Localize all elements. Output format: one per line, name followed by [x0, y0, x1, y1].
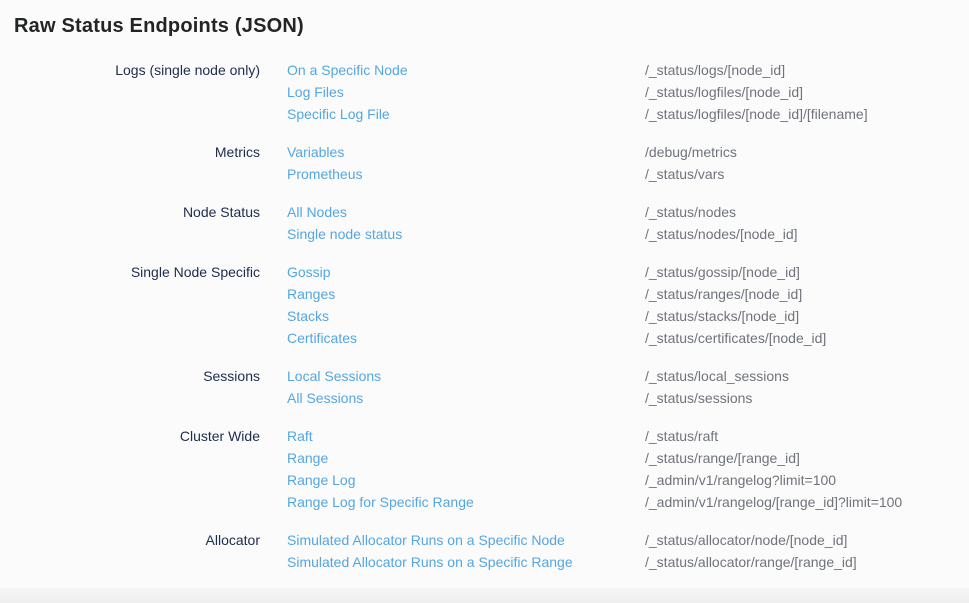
endpoint-link-list: RaftRangeRange LogRange Log for Specific…: [287, 425, 618, 513]
endpoint-path: /_status/sessions: [645, 387, 955, 409]
endpoint-link[interactable]: Range: [287, 447, 618, 469]
endpoint-path: /_status/allocator/range/[range_id]: [645, 551, 955, 573]
endpoint-path-list: /_status/nodes/_status/nodes/[node_id]: [645, 201, 955, 245]
endpoint-link[interactable]: Simulated Allocator Runs on a Specific N…: [287, 529, 618, 551]
endpoint-link[interactable]: Range Log: [287, 469, 618, 491]
endpoints-table: Logs (single node only) On a Specific No…: [14, 59, 955, 573]
endpoint-path: /_status/stacks/[node_id]: [645, 305, 955, 327]
footer-band: [0, 588, 969, 603]
endpoint-link[interactable]: Simulated Allocator Runs on a Specific R…: [287, 551, 618, 573]
endpoint-path: /_status/gossip/[node_id]: [645, 261, 955, 283]
endpoint-link[interactable]: All Sessions: [287, 387, 618, 409]
category-label: Cluster Wide: [14, 425, 260, 513]
endpoint-path: /_status/local_sessions: [645, 365, 955, 387]
endpoint-path: /_status/range/[range_id]: [645, 447, 955, 469]
endpoint-section: Cluster Wide RaftRangeRange LogRange Log…: [14, 425, 955, 513]
endpoint-link[interactable]: Gossip: [287, 261, 618, 283]
endpoint-path: /_admin/v1/rangelog/[range_id]?limit=100: [645, 491, 955, 513]
endpoint-path-list: /_status/logs/[node_id]/_status/logfiles…: [645, 59, 955, 125]
endpoint-link[interactable]: Specific Log File: [287, 103, 618, 125]
endpoint-link[interactable]: All Nodes: [287, 201, 618, 223]
category-label: Single Node Specific: [14, 261, 260, 349]
endpoint-path-list: /_status/local_sessions/_status/sessions: [645, 365, 955, 409]
category-label: Allocator: [14, 529, 260, 573]
endpoint-section: Sessions Local SessionsAll Sessions /_st…: [14, 365, 955, 409]
endpoint-link[interactable]: Log Files: [287, 81, 618, 103]
endpoint-path: /_status/allocator/node/[node_id]: [645, 529, 955, 551]
endpoint-path: /_status/raft: [645, 425, 955, 447]
endpoint-section: Node Status All NodesSingle node status …: [14, 201, 955, 245]
endpoint-link[interactable]: Raft: [287, 425, 618, 447]
endpoint-link[interactable]: Certificates: [287, 327, 618, 349]
endpoint-path: /_status/nodes/[node_id]: [645, 223, 955, 245]
endpoint-section: Single Node Specific GossipRangesStacksC…: [14, 261, 955, 349]
endpoint-link[interactable]: Range Log for Specific Range: [287, 491, 618, 513]
category-label: Sessions: [14, 365, 260, 409]
endpoint-section: Metrics VariablesPrometheus /debug/metri…: [14, 141, 955, 185]
endpoint-path: /_status/certificates/[node_id]: [645, 327, 955, 349]
endpoint-path: /_status/logs/[node_id]: [645, 59, 955, 81]
endpoint-path: /_status/logfiles/[node_id]: [645, 81, 955, 103]
endpoint-section: Allocator Simulated Allocator Runs on a …: [14, 529, 955, 573]
endpoint-path-list: /debug/metrics/_status/vars: [645, 141, 955, 185]
page-title: Raw Status Endpoints (JSON): [14, 14, 955, 38]
endpoint-link-list: GossipRangesStacksCertificates: [287, 261, 618, 349]
endpoint-link-list: All NodesSingle node status: [287, 201, 618, 245]
endpoint-path-list: /_status/allocator/node/[node_id]/_statu…: [645, 529, 955, 573]
endpoint-link[interactable]: Single node status: [287, 223, 618, 245]
endpoint-link[interactable]: Local Sessions: [287, 365, 618, 387]
endpoint-path-list: /_status/raft/_status/range/[range_id]/_…: [645, 425, 955, 513]
endpoint-path: /_status/nodes: [645, 201, 955, 223]
endpoint-path: /_status/vars: [645, 163, 955, 185]
endpoint-link[interactable]: Prometheus: [287, 163, 618, 185]
endpoint-link-list: Local SessionsAll Sessions: [287, 365, 618, 409]
endpoint-link-list: Simulated Allocator Runs on a Specific N…: [287, 529, 618, 573]
endpoint-link[interactable]: Variables: [287, 141, 618, 163]
endpoint-path: /_status/ranges/[node_id]: [645, 283, 955, 305]
endpoint-path-list: /_status/gossip/[node_id]/_status/ranges…: [645, 261, 955, 349]
raw-status-endpoints-page: Raw Status Endpoints (JSON) Logs (single…: [0, 0, 969, 573]
category-label: Node Status: [14, 201, 260, 245]
endpoint-section: Logs (single node only) On a Specific No…: [14, 59, 955, 125]
category-label: Logs (single node only): [14, 59, 260, 125]
category-label: Metrics: [14, 141, 260, 185]
endpoint-link[interactable]: On a Specific Node: [287, 59, 618, 81]
endpoint-path: /_admin/v1/rangelog?limit=100: [645, 469, 955, 491]
endpoint-link-list: On a Specific NodeLog FilesSpecific Log …: [287, 59, 618, 125]
endpoint-link[interactable]: Ranges: [287, 283, 618, 305]
endpoint-path: /_status/logfiles/[node_id]/[filename]: [645, 103, 955, 125]
endpoint-link-list: VariablesPrometheus: [287, 141, 618, 185]
endpoint-link[interactable]: Stacks: [287, 305, 618, 327]
endpoint-path: /debug/metrics: [645, 141, 955, 163]
